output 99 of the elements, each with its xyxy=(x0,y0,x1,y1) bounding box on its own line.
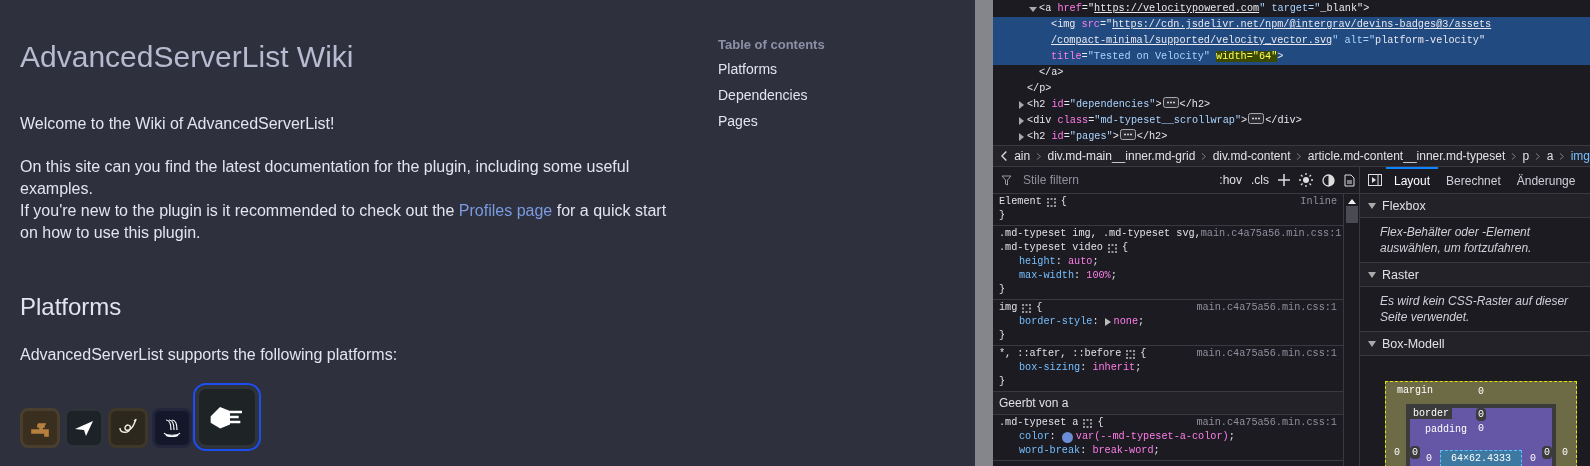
expand-triangle-icon[interactable] xyxy=(1104,318,1111,326)
sun-icon[interactable] xyxy=(1299,173,1313,187)
border-box: border 0 padding 0 0 0 64×62.4333 0 0 xyxy=(1406,404,1557,466)
toc-title: Table of contents xyxy=(718,37,826,52)
url-link[interactable]: https://velocitypowered.com xyxy=(1094,3,1260,14)
platform-badge[interactable] xyxy=(108,408,148,448)
chevron-right-icon xyxy=(1535,151,1541,161)
grid-icon[interactable] xyxy=(1126,349,1136,359)
breadcrumb-item[interactable]: a xyxy=(1546,149,1554,163)
ellipsis-icon[interactable] xyxy=(1119,129,1136,140)
chevron-right-icon xyxy=(1559,151,1565,161)
expanded-triangle-icon xyxy=(1368,271,1376,278)
brace: { xyxy=(1036,301,1043,315)
profiles-link[interactable]: Profiles page xyxy=(458,202,553,219)
platform-badge[interactable] xyxy=(152,408,192,448)
content-size: 64×62.4333 xyxy=(1440,450,1523,466)
css-selector: Element xyxy=(999,195,1042,209)
grid-icon[interactable] xyxy=(1022,303,1032,313)
url-link[interactable]: https://cdn.jsdelivr.net/npm/@intergrav/devins-badges@3/assets xyxy=(1112,19,1492,30)
sidebar-toggle-icon[interactable] xyxy=(1368,174,1382,186)
grid-icon[interactable] xyxy=(1083,418,1093,428)
scrollbar[interactable] xyxy=(1343,194,1359,466)
breadcrumb-item[interactable]: img xyxy=(1570,149,1590,163)
scroll-thumb[interactable] xyxy=(1345,206,1358,223)
section-header[interactable]: Raster xyxy=(1360,263,1590,287)
section-header[interactable]: Box-Modell xyxy=(1360,332,1590,356)
ellipsis-icon[interactable] xyxy=(1248,113,1265,124)
document-icon[interactable] xyxy=(1344,173,1355,187)
platform-badge[interactable] xyxy=(196,386,258,448)
section-heading: Platforms xyxy=(20,292,123,322)
markup-node[interactable]: <h2 id="pages"> </h2> xyxy=(993,129,1590,145)
expanded-triangle-icon xyxy=(1368,340,1376,347)
brace: { xyxy=(1060,195,1067,209)
section-header[interactable]: Flexbox xyxy=(1360,194,1590,218)
stylesheet-link[interactable]: main.c4a75a56.min.css:1 xyxy=(1196,416,1337,430)
filter-icon xyxy=(1001,174,1012,186)
stylesheet-link[interactable]: main.c4a75a56.min.css:1 xyxy=(1196,347,1337,361)
brace: } xyxy=(999,376,1006,387)
highlighted-attribute: width="64" xyxy=(1216,51,1278,62)
closing-tag[interactable]: </p> xyxy=(993,81,1590,97)
platform-badge[interactable] xyxy=(64,408,104,448)
toolbar-toggle[interactable]: .cls xyxy=(1251,173,1269,187)
panel-tab[interactable]: Berechnet xyxy=(1438,167,1509,193)
inherited-header: Geerbt von a xyxy=(993,392,1343,415)
scroll-up-icon[interactable] xyxy=(1347,198,1356,204)
margin-box: margin 0 0 border 0 padding 0 0 0 64×62.4333 0 0 0 xyxy=(1385,381,1577,466)
filter-styles-field[interactable]: Stile filtern xyxy=(1021,172,1211,188)
markup-node[interactable]: <a href="https://velocitypowered.com" target="_blank"> xyxy=(993,1,1590,17)
css-declaration[interactable]: color: var(--md-typeset-a-color); xyxy=(999,430,1337,444)
css-declaration[interactable]: word-break: break-word; xyxy=(999,444,1337,458)
breadcrumb-item[interactable]: article.md-content__inner.md-typeset xyxy=(1307,149,1506,163)
css-declaration[interactable]: box-sizing: inherit; xyxy=(999,361,1337,375)
css-selector: .md-typeset img, .md-typeset svg, xyxy=(999,227,1201,241)
chevron-right-icon xyxy=(1511,151,1517,161)
stylesheet-link[interactable]: main.c4a75a56.min.css:1 xyxy=(1196,301,1337,315)
markup-node[interactable]: <h2 id="dependencies"> </h2> xyxy=(993,97,1590,113)
breadcrumb-item[interactable]: p xyxy=(1522,149,1530,163)
stylesheet-link[interactable]: main.c4a75a56.min.css:1 xyxy=(1200,227,1342,241)
breadcrumb-item[interactable]: ain xyxy=(1014,149,1031,163)
plus-icon[interactable] xyxy=(1278,174,1290,186)
chevron-right-icon xyxy=(1036,151,1042,161)
breadcrumb-item[interactable]: div.md-content xyxy=(1212,149,1291,163)
grid-icon[interactable] xyxy=(1046,197,1056,207)
css-selector: .md-typeset video xyxy=(999,241,1103,255)
toc-link[interactable]: Pages xyxy=(718,112,975,130)
closing-tag[interactable]: </a> xyxy=(993,65,1590,81)
panel-tab[interactable]: Änderunge xyxy=(1508,167,1584,193)
ellipsis-icon[interactable] xyxy=(1162,97,1179,108)
toc-link[interactable]: Platforms xyxy=(718,60,975,78)
brace: } xyxy=(999,210,1006,221)
brace: } xyxy=(999,330,1006,341)
css-declaration[interactable]: height: auto; xyxy=(999,255,1337,269)
intro-text: Welcome to the Wiki of AdvancedServerList! xyxy=(20,114,336,134)
platforms-text: AdvancedServerList supports the following platforms: xyxy=(20,345,399,365)
expanded-triangle-icon xyxy=(1368,202,1376,209)
expanded-triangle-icon[interactable] xyxy=(1029,5,1037,13)
brace: } xyxy=(999,284,1006,295)
chevron-right-icon xyxy=(1296,151,1302,161)
chevron-right-icon xyxy=(1201,151,1207,161)
brace: { xyxy=(1097,416,1104,430)
stylesheet-link[interactable]: Inline xyxy=(1300,195,1337,209)
css-selector: .md-typeset a xyxy=(999,416,1079,430)
css-selector: img xyxy=(999,301,1018,315)
toc-link[interactable]: Dependencies xyxy=(718,86,975,104)
color-swatch[interactable] xyxy=(1061,431,1073,443)
css-declaration[interactable]: border-style: none; xyxy=(999,315,1337,329)
page-title: AdvancedServerList Wiki xyxy=(20,39,355,75)
toolbar-toggle[interactable]: :hov xyxy=(1219,173,1242,187)
url-link[interactable]: /compact-minimal/supported/velocity_vector.svg xyxy=(1051,35,1333,46)
css-selector: *, ::after, ::before xyxy=(999,347,1122,361)
markup-node[interactable]: <div class="md-typeset__scrollwrap"> </div> xyxy=(993,113,1590,129)
css-declaration[interactable]: max-width: 100%; xyxy=(999,269,1337,283)
brace: { xyxy=(1121,241,1129,255)
contrast-icon[interactable] xyxy=(1322,173,1335,187)
chevron-left-icon[interactable] xyxy=(1001,150,1009,162)
grid-icon[interactable] xyxy=(1107,243,1117,253)
brace: { xyxy=(1140,347,1147,361)
breadcrumb-item[interactable]: div.md-main__inner.md-grid xyxy=(1047,149,1196,163)
paragraph-text: On this site can you find the latest documentation for the plugin, including some useful examples. If you're new to the plugin is it recommended to check out the Profiles page for a quick start on how to use this plugin. xyxy=(20,157,668,243)
